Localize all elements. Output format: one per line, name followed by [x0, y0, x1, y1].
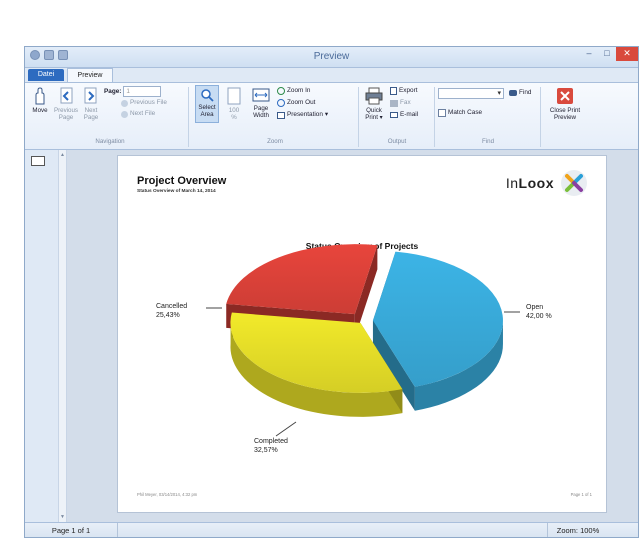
find-input[interactable]: ▾ — [438, 88, 504, 99]
pie-chart — [206, 244, 520, 437]
title-bar: Preview – □ ✕ — [25, 47, 638, 68]
zoom-100-button[interactable]: 100 % — [224, 87, 244, 121]
previous-page-icon — [60, 87, 73, 104]
status-zoom[interactable]: Zoom: 100% — [547, 523, 608, 537]
quick-print-button[interactable]: Quick Print ▾ — [362, 87, 386, 121]
window-controls: – □ ✕ — [580, 47, 638, 61]
tab-file[interactable]: Datei — [28, 69, 64, 81]
group-separator — [434, 87, 435, 147]
move-button[interactable]: Move — [29, 87, 51, 114]
label-cancelled: Cancelled 25,43% — [156, 303, 188, 319]
ribbon: Move Previous Page Next Page Page: 1 Pre… — [25, 82, 638, 150]
match-case-checkbox[interactable]: Match Case — [438, 109, 482, 117]
zoom-out-button[interactable]: Zoom Out — [277, 99, 315, 107]
tab-preview[interactable]: Preview — [67, 68, 113, 82]
zoom-in-button[interactable]: Zoom In — [277, 87, 310, 95]
select-area-button[interactable]: Select Area — [195, 85, 219, 123]
scroll-down-icon[interactable]: ▼ — [60, 514, 65, 520]
page-icon — [227, 87, 241, 105]
label-completed: Completed 32,57% — [254, 438, 288, 454]
page-number-group: Page: 1 — [104, 86, 162, 97]
group-separator — [540, 87, 541, 147]
find-button[interactable]: Find — [509, 89, 531, 97]
status-bar: Page 1 of 1 Zoom: 100% — [25, 522, 638, 537]
hand-icon — [35, 87, 45, 105]
envelope-icon — [390, 112, 398, 118]
minimize-icon[interactable]: – — [580, 47, 598, 61]
export-button[interactable]: Export — [390, 87, 417, 95]
vertical-scrollbar[interactable]: ▲ ▼ — [58, 150, 67, 522]
ribbon-tabs: Datei Preview — [25, 68, 638, 82]
page-footer-right: Page 1 of 1 — [570, 492, 592, 497]
next-page-button[interactable]: Next Page — [80, 87, 102, 121]
page-thumbnail-icon[interactable] — [31, 156, 45, 166]
group-navigation-label: Navigation — [95, 138, 125, 145]
page-number-input[interactable]: 1 — [123, 86, 162, 97]
close-window-button[interactable]: ✕ — [616, 47, 638, 61]
page-width-button[interactable]: Page Width — [248, 87, 274, 119]
close-icon — [557, 88, 573, 104]
document-page: Project Overview Status Overview of Marc… — [117, 155, 607, 513]
label-open: Open 42,00 % — [526, 304, 552, 320]
previous-file-icon — [121, 99, 128, 107]
next-file-icon — [121, 110, 128, 118]
fax-button[interactable]: Fax — [390, 99, 411, 107]
export-icon — [390, 87, 397, 95]
previous-file-button[interactable]: Previous File — [121, 99, 167, 107]
group-find-label: Find — [481, 138, 495, 145]
chevron-down-icon: ▾ — [379, 114, 383, 121]
zoom-in-icon — [277, 87, 285, 95]
printer-icon — [365, 87, 383, 105]
close-print-preview-button[interactable]: Close Print Preview — [544, 87, 586, 121]
leader-completed — [275, 421, 297, 437]
fax-icon — [390, 99, 398, 107]
next-page-icon — [84, 87, 97, 104]
next-file-button[interactable]: Next File — [121, 110, 155, 118]
email-button[interactable]: E-mail — [390, 111, 418, 119]
pie-slice-cancelled — [226, 244, 378, 315]
scroll-up-icon[interactable]: ▲ — [60, 152, 65, 158]
chevron-down-icon: ▾ — [324, 111, 329, 118]
zoom-out-icon — [277, 99, 285, 107]
group-separator — [358, 87, 359, 147]
preview-area: Project Overview Status Overview of Marc… — [67, 150, 638, 522]
preview-window: Preview – □ ✕ Datei Preview Move Previou… — [24, 46, 639, 538]
binoculars-icon — [509, 90, 517, 96]
chevron-down-icon[interactable]: ▾ — [497, 89, 501, 97]
group-separator — [188, 87, 189, 147]
page-footer-left: Phil Meyer, 03/14/2014, 4:32 pm — [137, 492, 198, 497]
window-title: Preview — [313, 51, 350, 62]
maximize-icon[interactable]: □ — [598, 47, 616, 61]
previous-page-button[interactable]: Previous Page — [53, 87, 79, 121]
presentation-icon — [277, 111, 285, 119]
group-zoom-label: Zoom — [267, 138, 283, 145]
group-output-label: Output — [387, 138, 407, 145]
status-page: Page 1 of 1 — [25, 523, 118, 537]
presentation-button[interactable]: Presentation ▾ — [277, 111, 328, 119]
page-width-icon — [252, 88, 270, 102]
magnifier-icon — [201, 89, 214, 102]
checkbox-icon — [438, 109, 446, 117]
